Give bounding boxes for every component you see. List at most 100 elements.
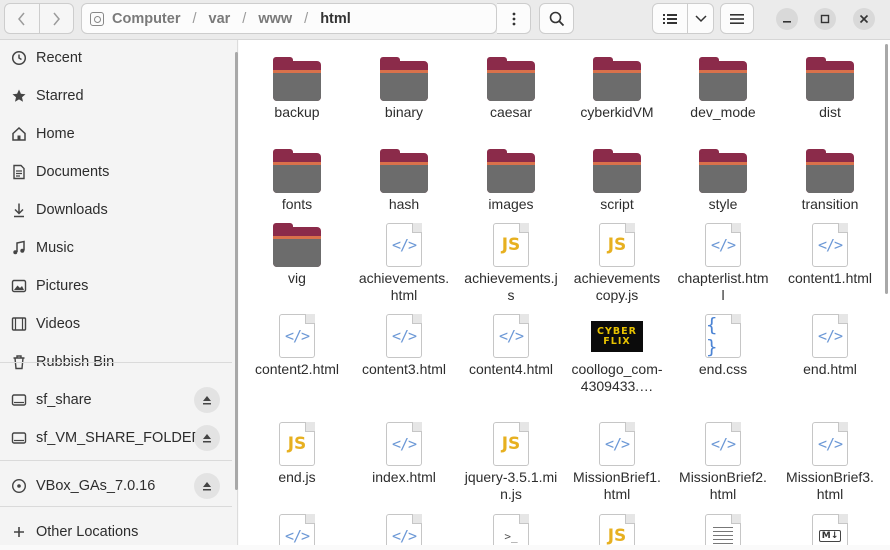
file-item[interactable]: JS achievements copy.js bbox=[565, 217, 669, 304]
file-item[interactable]: </> achievements.html bbox=[352, 217, 456, 304]
file-item[interactable]: { } end.css bbox=[671, 308, 775, 378]
file-item[interactable]: </> bbox=[245, 508, 349, 545]
folder-item[interactable]: style bbox=[671, 143, 775, 213]
file-item[interactable]: </> bbox=[352, 508, 456, 545]
music-icon bbox=[11, 240, 27, 256]
file-thumbnail: </> bbox=[485, 308, 537, 358]
folder-item[interactable]: transition bbox=[778, 143, 882, 213]
chevron-right-icon bbox=[53, 12, 61, 25]
file-item[interactable]: </> content2.html bbox=[245, 308, 349, 378]
file-grid-scrollbar[interactable] bbox=[885, 44, 888, 294]
search-button[interactable] bbox=[539, 3, 574, 34]
file-thumbnail: M↓ bbox=[804, 508, 856, 545]
path-segment-var[interactable]: var bbox=[209, 11, 231, 27]
file-item[interactable]: </> MissionBrief1.html bbox=[565, 416, 669, 503]
folder-item[interactable]: dist bbox=[778, 51, 882, 121]
eject-button[interactable] bbox=[194, 473, 220, 499]
path-menu-button[interactable] bbox=[497, 3, 531, 34]
sidebar-item-videos[interactable]: Videos bbox=[0, 306, 232, 342]
view-options-dropdown[interactable] bbox=[687, 3, 714, 34]
file-item[interactable]: M↓ bbox=[778, 508, 882, 545]
sidebar-divider bbox=[0, 506, 232, 507]
folder-item[interactable]: caesar bbox=[459, 51, 563, 121]
folder-item[interactable]: vig bbox=[245, 217, 349, 287]
path-separator: / bbox=[304, 10, 309, 27]
file-item[interactable]: </> chapterlist.html bbox=[671, 217, 775, 304]
file-item[interactable]: </> MissionBrief2.html bbox=[671, 416, 775, 503]
sidebar-item-documents[interactable]: Documents bbox=[0, 154, 232, 190]
header-bar: Computer / var / www / html bbox=[0, 0, 890, 40]
file-item[interactable]: </> MissionBrief3.html bbox=[778, 416, 882, 503]
file-thumbnail bbox=[804, 143, 856, 193]
sidebar-item-vbox-gas[interactable]: VBox_GAs_7.0.16 bbox=[0, 468, 232, 504]
file-item[interactable]: JS bbox=[565, 508, 669, 545]
sidebar-item-recent[interactable]: Recent bbox=[0, 40, 232, 76]
folder-item[interactable]: dev_mode bbox=[671, 51, 775, 121]
path-bar: Computer / var / www / html bbox=[81, 3, 497, 34]
eject-icon bbox=[203, 396, 211, 405]
sidebar-item-label: sf_VM_SHARE_FOLDER bbox=[36, 430, 202, 446]
file-name: style bbox=[708, 196, 738, 212]
maximize-icon bbox=[820, 14, 830, 24]
folder-item[interactable]: hash bbox=[352, 143, 456, 213]
sidebar-item-pictures[interactable]: Pictures bbox=[0, 268, 232, 304]
folder-icon bbox=[380, 57, 428, 101]
sidebar-item-label: Videos bbox=[36, 316, 81, 332]
sidebar-item-sf-vm-share-folder[interactable]: sf_VM_SHARE_FOLDER bbox=[0, 420, 232, 456]
folder-item[interactable]: cyberkidVM bbox=[565, 51, 669, 121]
file-thumbnail bbox=[485, 51, 537, 101]
file-thumbnail bbox=[378, 143, 430, 193]
sidebar-item-sf-share[interactable]: sf_share bbox=[0, 382, 232, 418]
file-item[interactable]: </> content3.html bbox=[352, 308, 456, 378]
sidebar-scrollbar[interactable] bbox=[235, 52, 238, 490]
hamburger-icon bbox=[730, 13, 744, 24]
path-segment-html[interactable]: html bbox=[320, 11, 351, 27]
minimize-button[interactable] bbox=[776, 8, 798, 30]
eject-button[interactable] bbox=[194, 425, 220, 451]
path-segment-www[interactable]: www bbox=[258, 11, 292, 27]
html-file-icon: </> bbox=[812, 223, 848, 267]
file-item[interactable]: </> content4.html bbox=[459, 308, 563, 378]
file-item[interactable]: </> index.html bbox=[352, 416, 456, 486]
image-thumbnail: CYBER FLIX bbox=[591, 321, 643, 352]
file-item[interactable]: JS end.js bbox=[245, 416, 349, 486]
folder-item[interactable]: images bbox=[459, 143, 563, 213]
sidebar-item-music[interactable]: Music bbox=[0, 230, 232, 266]
file-name: dist bbox=[819, 104, 841, 120]
sidebar-item-downloads[interactable]: Downloads bbox=[0, 192, 232, 228]
path-separator: / bbox=[242, 10, 247, 27]
path-segment-computer[interactable]: Computer bbox=[112, 11, 180, 27]
file-item[interactable]: JS achievements.js bbox=[459, 217, 563, 304]
text-file-icon bbox=[705, 514, 741, 545]
sidebar-item-starred[interactable]: Starred bbox=[0, 78, 232, 114]
file-name: end.css bbox=[698, 361, 748, 377]
close-button[interactable] bbox=[853, 8, 875, 30]
folder-item[interactable]: script bbox=[565, 143, 669, 213]
file-thumbnail bbox=[271, 217, 323, 267]
sidebar-item-home[interactable]: Home bbox=[0, 116, 232, 152]
html-file-icon: </> bbox=[812, 422, 848, 466]
file-thumbnail bbox=[378, 51, 430, 101]
folder-item[interactable]: fonts bbox=[245, 143, 349, 213]
folder-item[interactable]: backup bbox=[245, 51, 349, 121]
file-item[interactable]: CYBER FLIX coollogo_com-4309433.… bbox=[565, 308, 669, 395]
file-item[interactable]: </> content1.html bbox=[778, 217, 882, 287]
file-item[interactable]: JS jquery-3.5.1.min.js bbox=[459, 416, 563, 503]
folder-item[interactable]: binary bbox=[352, 51, 456, 121]
clock-icon bbox=[11, 50, 27, 66]
file-item[interactable]: >_ bbox=[459, 508, 563, 545]
forward-button[interactable] bbox=[38, 4, 74, 33]
file-item[interactable] bbox=[671, 508, 775, 545]
css-file-icon: { } bbox=[705, 314, 741, 358]
file-item[interactable]: </> end.html bbox=[778, 308, 882, 378]
eject-button[interactable] bbox=[194, 387, 220, 413]
video-icon bbox=[11, 316, 27, 332]
file-thumbnail: CYBER FLIX bbox=[591, 308, 643, 358]
html-file-icon: </> bbox=[386, 422, 422, 466]
file-thumbnail: </> bbox=[804, 308, 856, 358]
maximize-button[interactable] bbox=[814, 8, 836, 30]
list-view-button[interactable] bbox=[652, 3, 688, 34]
document-icon bbox=[11, 164, 27, 180]
main-menu-button[interactable] bbox=[720, 3, 754, 34]
back-button[interactable] bbox=[5, 4, 39, 33]
